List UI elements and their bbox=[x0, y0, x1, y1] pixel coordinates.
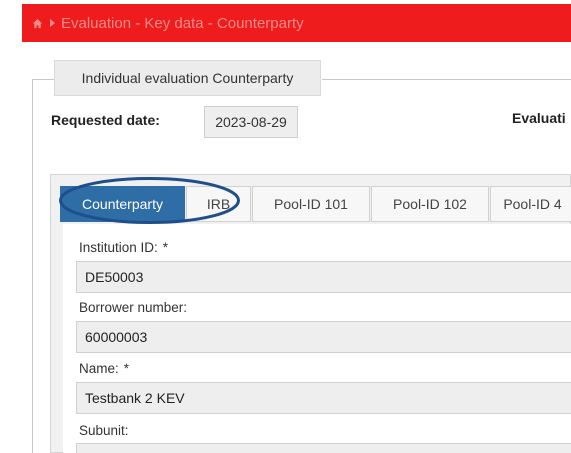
evaluation-label: Evaluati bbox=[512, 110, 566, 126]
borrower-number-label: Borrower number: bbox=[79, 300, 188, 315]
tab-irb[interactable]: IRB bbox=[186, 186, 251, 222]
name-label-text: Name: bbox=[79, 361, 119, 376]
chevron-right-icon bbox=[50, 19, 55, 27]
required-mark: * bbox=[162, 240, 169, 255]
title-bar: Evaluation - Key data - Counterparty bbox=[22, 4, 571, 42]
breadcrumb-title: Evaluation - Key data - Counterparty bbox=[61, 14, 304, 32]
fieldset-border-left bbox=[32, 79, 33, 453]
institution-id-label-text: Institution ID: bbox=[79, 240, 158, 255]
name-label: Name: * bbox=[79, 361, 129, 376]
subunit-label: Subunit: bbox=[79, 423, 129, 438]
tab-bar: Counterparty IRB Pool-ID 101 Pool-ID 102… bbox=[60, 186, 571, 222]
tab-pool-id-102[interactable]: Pool-ID 102 bbox=[371, 186, 489, 222]
requested-date-field[interactable]: 2023-08-29 bbox=[204, 106, 298, 138]
section-legend: Individual evaluation Counterparty bbox=[54, 60, 321, 96]
tab-pool-id-4[interactable]: Pool-ID 4 bbox=[490, 186, 571, 222]
page: Evaluation - Key data - Counterparty Ind… bbox=[0, 0, 571, 453]
fieldset-border-top-left bbox=[32, 79, 54, 80]
institution-id-field[interactable]: DE50003 bbox=[76, 261, 571, 293]
fieldset-border-top-right bbox=[322, 79, 571, 80]
home-icon[interactable] bbox=[32, 18, 43, 29]
tab-counterparty[interactable]: Counterparty bbox=[60, 186, 185, 222]
required-mark: * bbox=[123, 361, 130, 376]
name-field[interactable]: Testbank 2 KEV bbox=[76, 382, 571, 414]
borrower-number-field[interactable]: 60000003 bbox=[76, 321, 571, 353]
requested-date-label: Requested date: bbox=[51, 112, 160, 128]
tab-pool-id-101[interactable]: Pool-ID 101 bbox=[252, 186, 370, 222]
subunit-field[interactable] bbox=[76, 443, 571, 453]
institution-id-label: Institution ID: * bbox=[79, 240, 168, 255]
